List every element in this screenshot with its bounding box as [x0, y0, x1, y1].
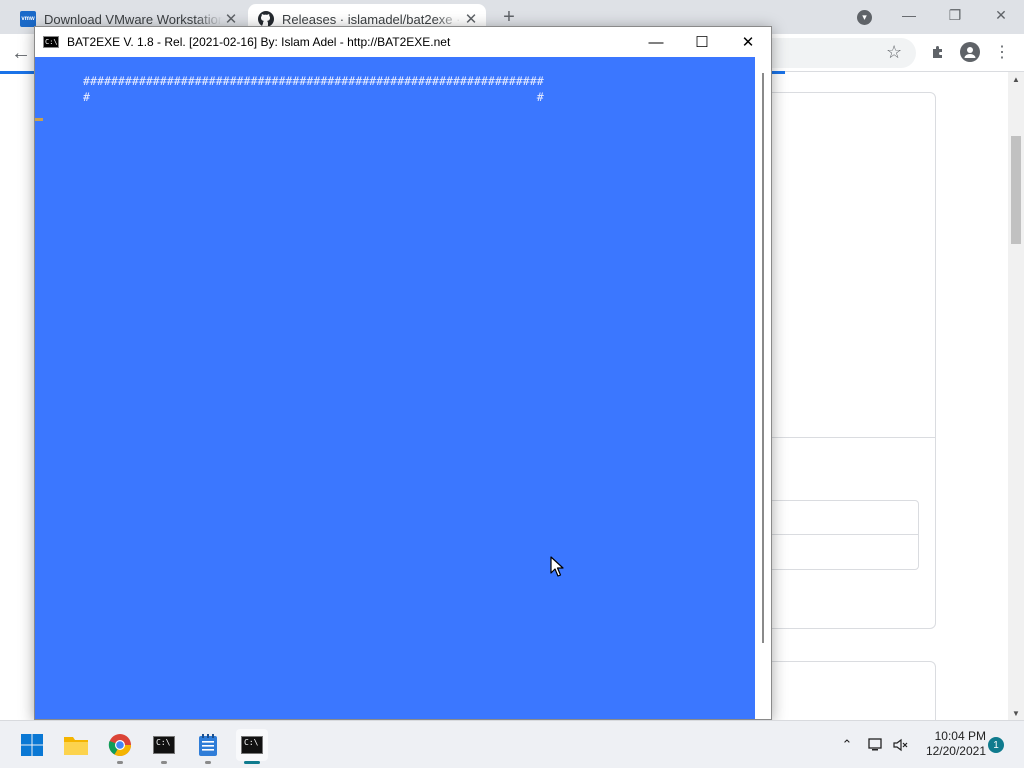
taskbar: C:\ C:\ ⌃ 10:04 PM 12/20/2021 1: [0, 720, 1024, 768]
show-hidden-icons-chevron-icon[interactable]: ⌃: [838, 737, 856, 753]
tab-title: Download VMware Workstation: [44, 11, 222, 27]
console-output[interactable]: ########################################…: [35, 57, 755, 719]
page-scrollbar[interactable]: ▲ ▼: [1008, 72, 1024, 720]
taskbar-chrome[interactable]: [104, 729, 136, 764]
scroll-up-arrow-icon[interactable]: ▲: [1008, 72, 1024, 86]
close-button[interactable]: ✕: [725, 27, 771, 57]
scroll-down-arrow-icon[interactable]: ▼: [1008, 706, 1024, 720]
taskbar-terminal[interactable]: C:\: [148, 729, 180, 764]
minimize-button[interactable]: —: [633, 27, 679, 57]
chrome-icon: [108, 734, 131, 756]
console-text: ########################################…: [83, 73, 544, 105]
windows-logo-icon: [21, 734, 43, 756]
start-button[interactable]: [16, 729, 48, 761]
back-arrow-icon[interactable]: ←: [8, 40, 34, 66]
volume-muted-icon[interactable]: [892, 737, 908, 753]
active-indicator: [244, 761, 260, 764]
github-icon: [258, 11, 274, 27]
console-title: BAT2EXE V. 1.8 - Rel. [2021-02-16] By: I…: [67, 35, 451, 49]
taskbar-command-prompt[interactable]: C:\: [236, 729, 268, 764]
tab-title: Releases · islamadel/bat2exe · Gi: [282, 11, 462, 27]
notepad-icon: [199, 734, 217, 756]
folder-icon: [64, 737, 88, 755]
close-button[interactable]: ✕: [978, 0, 1024, 30]
vmware-favicon-icon: vmw: [20, 11, 36, 27]
console-line: # #: [83, 90, 544, 104]
tab-search-icon[interactable]: ▾: [857, 10, 872, 25]
console-window-controls: — ☐ ✕: [633, 27, 771, 57]
minimize-button[interactable]: —: [886, 0, 932, 30]
browser-window-controls: — ❐ ✕: [886, 0, 1024, 30]
running-indicator: [161, 761, 167, 764]
system-clock[interactable]: 10:04 PM 12/20/2021: [912, 729, 986, 759]
console-scrollbar-thumb[interactable]: [762, 73, 764, 643]
taskbar-file-explorer[interactable]: [60, 729, 92, 761]
text-cursor: [35, 118, 43, 121]
running-indicator: [117, 761, 123, 764]
running-indicator: [205, 761, 211, 764]
network-icon[interactable]: [866, 737, 884, 753]
maximize-button[interactable]: ☐: [679, 27, 725, 57]
command-prompt-icon: C:\: [241, 736, 263, 754]
notification-badge[interactable]: 1: [988, 737, 1004, 753]
system-tray: ⌃: [838, 721, 908, 768]
console-scrollbar[interactable]: [755, 57, 771, 719]
cmd-icon: C:\: [43, 36, 59, 48]
console-line: ########################################…: [83, 74, 544, 88]
console-titlebar[interactable]: C:\ BAT2EXE V. 1.8 - Rel. [2021-02-16] B…: [35, 27, 771, 57]
taskbar-notepad[interactable]: [192, 729, 224, 764]
new-tab-button[interactable]: +: [498, 6, 520, 28]
console-window: C:\ BAT2EXE V. 1.8 - Rel. [2021-02-16] B…: [34, 26, 772, 720]
profile-avatar-icon[interactable]: [960, 42, 980, 62]
terminal-icon: C:\: [153, 736, 175, 754]
extensions-puzzle-icon[interactable]: [928, 42, 948, 62]
scrollbar-thumb[interactable]: [1011, 136, 1021, 244]
bookmark-star-icon[interactable]: ☆: [886, 42, 902, 63]
restore-button[interactable]: ❐: [932, 0, 978, 30]
clock-date: 12/20/2021: [925, 744, 986, 758]
chrome-menu-kebab-icon[interactable]: ⋮: [992, 42, 1012, 62]
clock-time: 10:04 PM: [934, 729, 986, 743]
mouse-pointer-icon: [550, 556, 564, 577]
